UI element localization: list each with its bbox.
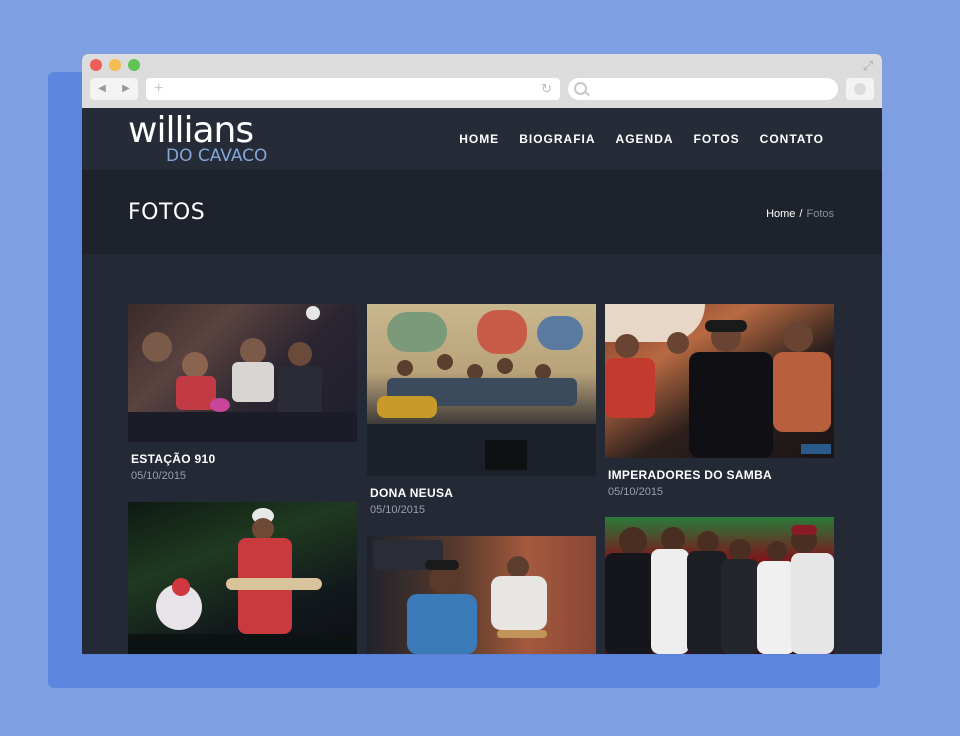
page-title: FOTOS xyxy=(128,200,206,225)
menu-item-home[interactable]: HOME xyxy=(459,132,499,146)
page-banner: FOTOS Home / Fotos xyxy=(82,170,882,254)
breadcrumb-separator: / xyxy=(799,208,803,220)
menu-item-fotos[interactable]: FOTOS xyxy=(694,132,740,146)
gallery-item[interactable] xyxy=(605,517,834,654)
maximize-window-icon[interactable] xyxy=(128,59,140,71)
gallery-title[interactable]: IMPERADORES DO SAMBA xyxy=(608,468,834,482)
address-bar[interactable]: + ↻ xyxy=(146,78,560,100)
close-window-icon[interactable] xyxy=(90,59,102,71)
menu-item-biografia[interactable]: BIOGRAFIA xyxy=(519,132,595,146)
browser-chrome: ⤢ ◀ ▶ + ↻ xyxy=(82,54,882,108)
gallery-date: 05/10/2015 xyxy=(370,504,426,516)
gallery-photo[interactable] xyxy=(367,536,596,654)
search-input[interactable] xyxy=(568,78,838,100)
minimize-window-icon[interactable] xyxy=(109,59,121,71)
menu-item-contato[interactable]: CONTATO xyxy=(760,132,824,146)
photo-gallery: ESTAÇÃO 910 05/10/2015 DONA NEUSA 05/10/… xyxy=(82,254,882,654)
main-menu: HOME BIOGRAFIA AGENDA FOTOS CONTATO xyxy=(459,132,824,146)
logo-sub-text: DO CAVACO xyxy=(166,146,268,166)
gallery-photo[interactable] xyxy=(367,304,596,476)
logo-main-text: willians xyxy=(128,110,254,151)
site-logo[interactable]: willians DO CAVACO xyxy=(128,110,274,166)
breadcrumb-home[interactable]: Home xyxy=(766,208,795,220)
gallery-photo[interactable] xyxy=(605,517,834,654)
gallery-item[interactable]: IMPERADORES DO SAMBA 05/10/2015 xyxy=(605,304,834,498)
history-buttons: ◀ ▶ xyxy=(90,78,138,100)
site-header: willians DO CAVACO HOME BIOGRAFIA AGENDA… xyxy=(82,108,882,170)
extension-icon xyxy=(854,83,866,95)
gallery-date: 05/10/2015 xyxy=(608,486,664,498)
gallery-title[interactable]: DONA NEUSA xyxy=(370,486,596,500)
gallery-photo[interactable] xyxy=(605,304,834,458)
extension-button[interactable] xyxy=(846,78,874,100)
gallery-date: 05/10/2015 xyxy=(131,470,187,482)
forward-icon[interactable]: ▶ xyxy=(114,78,138,100)
gallery-item[interactable] xyxy=(367,536,596,654)
search-icon xyxy=(574,82,587,95)
gallery-item[interactable] xyxy=(128,502,357,654)
gallery-item[interactable]: DONA NEUSA 05/10/2015 xyxy=(367,304,596,516)
breadcrumb-current: Fotos xyxy=(806,208,834,220)
menu-item-agenda[interactable]: AGENDA xyxy=(616,132,674,146)
gallery-caption: IMPERADORES DO SAMBA 05/10/2015 xyxy=(605,468,834,498)
reload-icon[interactable]: ↻ xyxy=(541,81,552,97)
new-tab-icon[interactable]: + xyxy=(154,80,163,98)
gallery-photo[interactable] xyxy=(128,502,357,654)
browser-window: ⤢ ◀ ▶ + ↻ willians DO CAVACO HOME BIOGRA… xyxy=(82,54,882,654)
fullscreen-icon[interactable]: ⤢ xyxy=(860,58,876,74)
gallery-item[interactable]: ESTAÇÃO 910 05/10/2015 xyxy=(128,304,357,482)
back-icon[interactable]: ◀ xyxy=(90,78,114,100)
gallery-caption: ESTAÇÃO 910 05/10/2015 xyxy=(128,452,357,482)
gallery-photo[interactable] xyxy=(128,304,357,442)
gallery-caption: DONA NEUSA 05/10/2015 xyxy=(367,486,596,516)
breadcrumb: Home / Fotos xyxy=(766,208,834,220)
gallery-title[interactable]: ESTAÇÃO 910 xyxy=(131,452,357,466)
